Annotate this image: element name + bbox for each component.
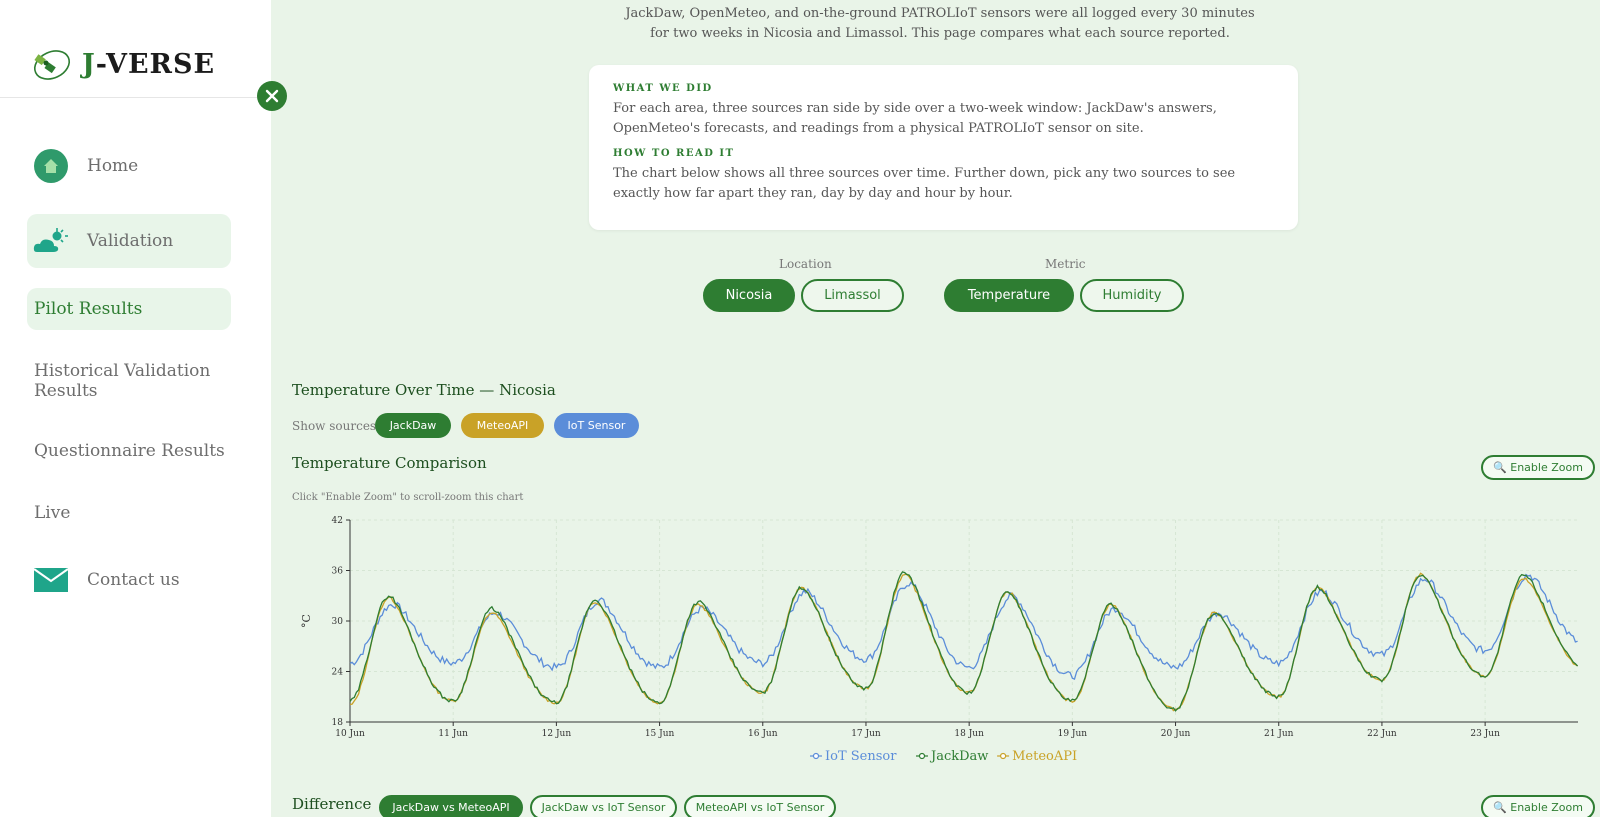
metric-label: Metric xyxy=(1045,257,1086,271)
y-axis-label: °C xyxy=(300,614,313,628)
comparison-title: Temperature Comparison xyxy=(292,454,487,472)
legend-label-jackdaw: JackDaw xyxy=(929,749,988,764)
source-jackdaw-toggle[interactable]: JackDaw xyxy=(375,413,451,438)
x-tick-label: 10 Jun xyxy=(335,729,365,739)
temperature-chart[interactable]: 18 24 30 36 42 10 Jun 11 Jun 12 Jun 15 Jun 16 Jun… xyxy=(290,505,1590,767)
diff-meteoapi-vs-iot[interactable]: MeteoAPI vs IoT Sensor xyxy=(684,795,836,817)
sidebar-item-contact[interactable]: Contact us xyxy=(27,562,231,598)
what-we-did-text: For each area, three sources ran side by… xyxy=(613,101,1217,136)
sidebar-item-label: Questionnaire Results xyxy=(34,441,225,461)
location-label: Location xyxy=(779,257,832,271)
logo-text: J-VERSE xyxy=(82,48,216,80)
sidebar-item-label: Home xyxy=(87,156,139,176)
home-icon xyxy=(34,149,68,183)
sidebar-item-label: Contact us xyxy=(87,570,180,590)
y-tick-label: 18 xyxy=(332,718,344,728)
y-tick-label: 36 xyxy=(332,567,344,577)
show-sources-label: Show sources xyxy=(292,419,377,433)
source-meteoapi-toggle[interactable]: MeteoAPI xyxy=(461,413,544,438)
legend-label-meteo: MeteoAPI xyxy=(1012,749,1077,764)
series-line-jackdaw xyxy=(349,571,1579,712)
intro-text: JackDaw, OpenMeteo, and on-the-ground PA… xyxy=(625,6,1255,41)
legend-marker-iot xyxy=(812,752,820,760)
sidebar-item-historical-validation[interactable]: Historical Validation Results xyxy=(27,358,231,404)
how-to-read-heading: HOW TO READ IT xyxy=(613,148,735,159)
sidebar-item-label: Live xyxy=(34,503,71,523)
x-tick-label: 23 Jun xyxy=(1470,729,1500,739)
close-sidebar-button[interactable] xyxy=(257,81,287,111)
sidebar: J-VERSE Home Validation Pilot Results Hi… xyxy=(0,0,271,817)
close-icon xyxy=(265,89,279,103)
what-we-did-heading: WHAT WE DID xyxy=(613,83,713,94)
sidebar-item-label: Pilot Results xyxy=(34,299,143,319)
location-limassol-button[interactable]: Limassol xyxy=(801,279,904,312)
x-tick-label: 11 Jun xyxy=(438,729,468,739)
difference-title: Difference xyxy=(292,795,372,813)
logo[interactable]: J-VERSE xyxy=(30,46,215,82)
y-tick-label: 42 xyxy=(332,516,343,526)
legend-marker-meteo xyxy=(999,752,1007,760)
sidebar-item-live[interactable]: Live xyxy=(27,500,231,526)
info-card: WHAT WE DID For each area, three sources… xyxy=(589,65,1298,230)
legend-label-iot: IoT Sensor xyxy=(825,749,897,764)
x-tick-label: 18 Jun xyxy=(954,729,984,739)
how-to-read-text: The chart below shows all three sources … xyxy=(613,166,1236,201)
x-tick-label: 20 Jun xyxy=(1161,729,1191,739)
y-tick-label: 30 xyxy=(332,617,344,627)
x-tick-label: 16 Jun xyxy=(748,729,778,739)
sidebar-item-label: Historical Validation Results xyxy=(34,361,211,401)
sidebar-item-validation[interactable]: Validation xyxy=(27,214,231,268)
over-time-title: Temperature Over Time — Nicosia xyxy=(292,381,556,399)
metric-humidity-button[interactable]: Humidity xyxy=(1080,279,1184,312)
satellite-icon xyxy=(33,50,71,80)
sidebar-item-pilot-results[interactable]: Pilot Results xyxy=(27,288,231,330)
x-tick-label: 19 Jun xyxy=(1058,729,1088,739)
location-nicosia-button[interactable]: Nicosia xyxy=(703,279,795,312)
x-tick-label: 21 Jun xyxy=(1264,729,1294,739)
legend-marker-jackdaw xyxy=(918,752,926,760)
sun-cloud-icon xyxy=(33,228,68,252)
y-tick-label: 24 xyxy=(332,668,344,678)
mail-icon xyxy=(33,568,69,592)
enable-zoom-button[interactable]: 🔍 Enable Zoom xyxy=(1481,455,1595,480)
x-tick-label: 22 Jun xyxy=(1367,729,1397,739)
metric-temperature-button[interactable]: Temperature xyxy=(944,279,1074,312)
x-tick-label: 15 Jun xyxy=(645,729,675,739)
sidebar-item-home[interactable]: Home xyxy=(27,140,231,192)
source-iot-sensor-toggle[interactable]: IoT Sensor xyxy=(554,413,639,438)
sidebar-item-questionnaire-results[interactable]: Questionnaire Results xyxy=(27,438,231,464)
logo-divider xyxy=(0,97,271,98)
sidebar-item-label: Validation xyxy=(87,231,174,251)
diff-jackdaw-vs-meteoapi[interactable]: JackDaw vs MeteoAPI xyxy=(379,795,523,817)
diff-jackdaw-vs-iot[interactable]: JackDaw vs IoT Sensor xyxy=(530,795,677,817)
series-line-iot xyxy=(349,573,1578,680)
x-tick-label: 12 Jun xyxy=(542,729,572,739)
difference-enable-zoom-button[interactable]: 🔍 Enable Zoom xyxy=(1481,795,1595,817)
x-tick-label: 17 Jun xyxy=(851,729,881,739)
zoom-hint: Click "Enable Zoom" to scroll-zoom this … xyxy=(292,492,524,503)
